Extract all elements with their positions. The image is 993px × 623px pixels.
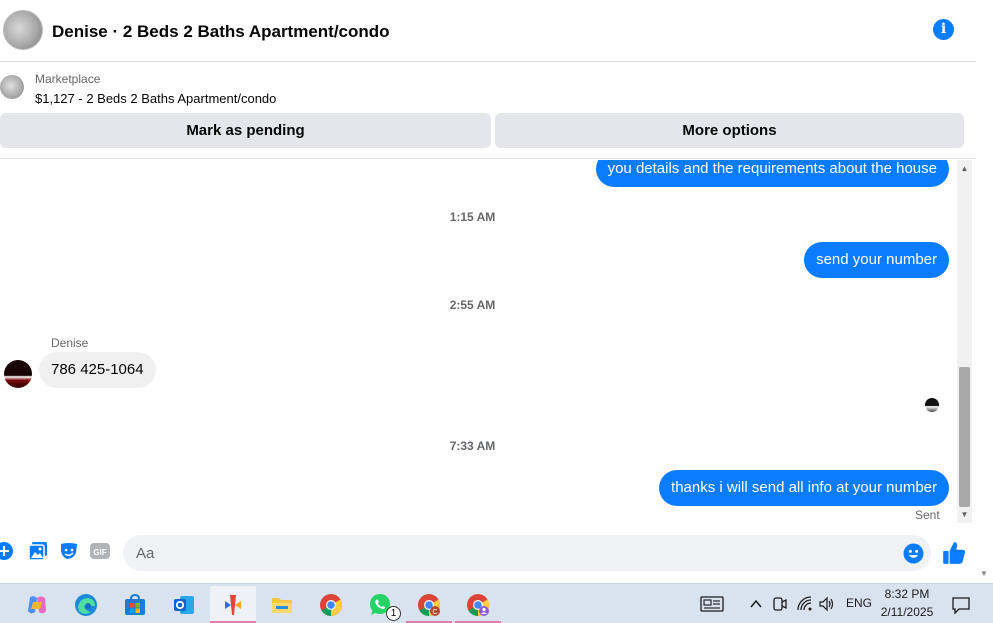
- outgoing-message[interactable]: you details and the requirements about t…: [595, 160, 949, 187]
- sticker-icon[interactable]: [59, 541, 79, 561]
- svg-text:C: C: [432, 609, 437, 616]
- meet-now-icon[interactable]: [771, 595, 789, 613]
- chevron-up-icon[interactable]: [747, 595, 765, 613]
- newspaper-icon: [700, 596, 724, 612]
- page-scroll-down-icon[interactable]: ▼: [980, 569, 988, 578]
- store-icon: [125, 593, 145, 615]
- marketplace-listing: Marketplace $1,127 - 2 Beds 2 Baths Apar…: [0, 63, 976, 159]
- edge-icon: [75, 594, 97, 616]
- message-timestamp: 1:15 AM: [449, 210, 496, 224]
- copilot-icon: [28, 596, 46, 614]
- news-widget-icon[interactable]: [700, 595, 724, 613]
- listing-source: Marketplace: [35, 72, 101, 86]
- scroll-down-arrow-icon[interactable]: ▼: [957, 509, 972, 521]
- clock-date[interactable]: 2/11/2025: [876, 605, 938, 619]
- outgoing-message[interactable]: thanks i will send all info at your numb…: [659, 470, 949, 506]
- seen-avatar: [925, 398, 939, 412]
- sender-avatar[interactable]: [4, 360, 32, 388]
- clock-time[interactable]: 8:32 PM: [876, 587, 938, 601]
- outlook-app[interactable]: [161, 586, 207, 623]
- scroll-up-arrow-icon[interactable]: ▲: [957, 163, 972, 175]
- scroll-thumb[interactable]: [959, 367, 970, 507]
- message-composer: GIF: [0, 530, 976, 578]
- chrome-profile-icon: C: [418, 594, 440, 616]
- incoming-message[interactable]: 786 425-1064: [39, 352, 156, 388]
- more-options-button[interactable]: More options: [495, 113, 964, 148]
- photo-icon[interactable]: [28, 541, 48, 561]
- emoji-icon[interactable]: [903, 543, 924, 564]
- folder-icon: [272, 598, 292, 613]
- conversation-title[interactable]: Denise · 2 Beds 2 Baths Apartment/condo: [52, 22, 390, 42]
- info-icon[interactable]: i: [933, 19, 954, 40]
- conversation-header: Denise · 2 Beds 2 Baths Apartment/condo …: [0, 0, 976, 62]
- copilot-app[interactable]: [14, 586, 60, 623]
- notification-badge: 1: [386, 606, 401, 621]
- store-app[interactable]: [112, 586, 158, 623]
- message-input[interactable]: [123, 535, 931, 571]
- sender-name: Denise: [51, 336, 89, 350]
- wifi-icon[interactable]: [796, 595, 814, 613]
- windows-taskbar: 1 C ENG 8:32 PM 2/11/2025: [0, 583, 993, 623]
- thumbs-up-icon[interactable]: [941, 540, 967, 566]
- notifications-icon[interactable]: [951, 595, 971, 615]
- messenger-window: Denise · 2 Beds 2 Baths Apartment/condo …: [0, 0, 993, 623]
- listing-title[interactable]: $1,127 - 2 Beds 2 Baths Apartment/condo: [35, 91, 276, 106]
- file-explorer-app[interactable]: [259, 586, 305, 623]
- gif-icon[interactable]: GIF: [90, 541, 110, 561]
- chrome-app[interactable]: [308, 586, 354, 623]
- listing-thumbnail[interactable]: [0, 75, 24, 99]
- thread-scrollbar[interactable]: ▲ ▼: [957, 160, 972, 523]
- gif-label: GIF: [93, 548, 106, 557]
- chrome-profile-app[interactable]: C: [406, 586, 452, 623]
- mark-as-pending-button[interactable]: Mark as pending: [0, 113, 491, 148]
- whatsapp-app[interactable]: 1: [357, 586, 403, 623]
- sent-status: Sent: [915, 508, 940, 522]
- language-indicator[interactable]: ENG: [846, 596, 872, 610]
- outgoing-message[interactable]: send your number: [804, 242, 949, 278]
- app-icon: [225, 595, 241, 615]
- message-timestamp: 7:33 AM: [449, 439, 496, 453]
- contact-avatar[interactable]: [3, 10, 43, 50]
- chrome-profile-icon: [467, 594, 489, 616]
- active-app[interactable]: [210, 586, 256, 623]
- volume-icon[interactable]: [818, 595, 836, 613]
- plus-icon[interactable]: [0, 541, 14, 561]
- chrome-icon: [320, 594, 342, 616]
- message-timestamp: 2:55 AM: [449, 298, 496, 312]
- chrome-profile-app[interactable]: [455, 586, 501, 623]
- message-thread: you details and the requirements about t…: [0, 160, 957, 530]
- outlook-icon: [174, 596, 194, 614]
- edge-app[interactable]: [63, 586, 109, 623]
